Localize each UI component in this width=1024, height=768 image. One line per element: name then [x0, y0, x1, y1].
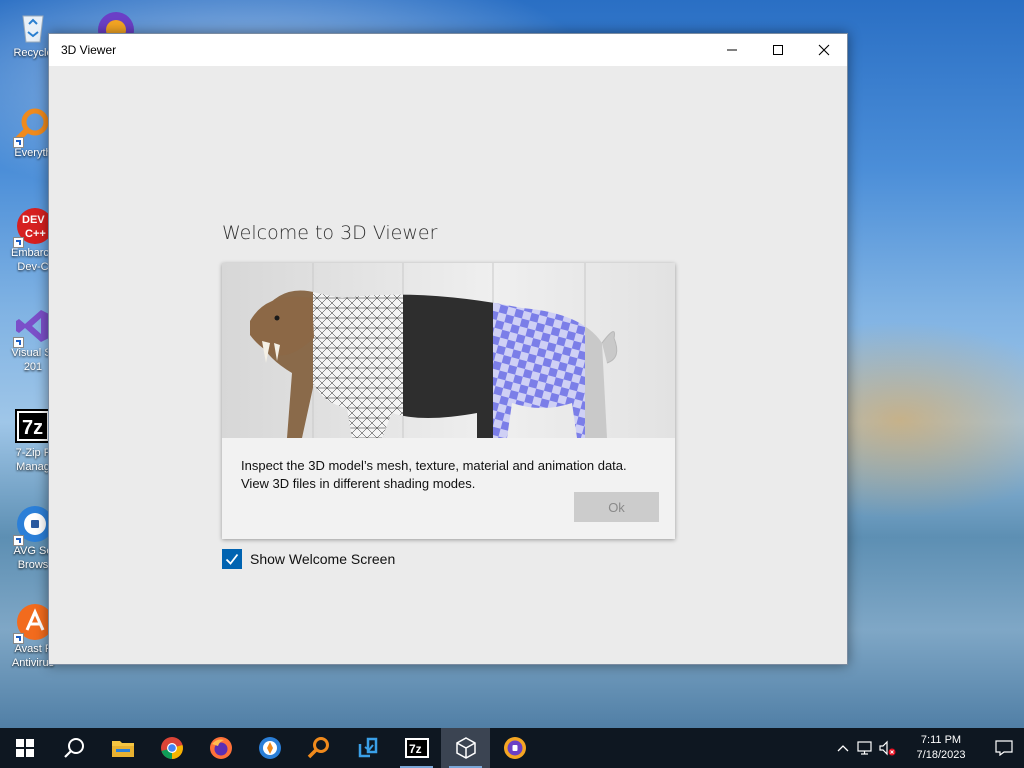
taskbar-firefox[interactable] [196, 728, 245, 768]
chrome-icon [160, 737, 183, 759]
taskbar-avg-browser[interactable] [245, 728, 294, 768]
notification-icon [995, 740, 1013, 756]
shortcut-arrow-icon [13, 633, 24, 644]
visual-studio-icon [13, 306, 53, 348]
7zip-file-manager-icon: 7z [13, 406, 53, 446]
shortcut-arrow-icon [13, 137, 24, 148]
taskbar-clock[interactable]: 7:11 PM 7/18/2023 [906, 733, 976, 763]
taskbar-7zip[interactable]: 7z [392, 728, 441, 768]
minimize-button[interactable] [709, 34, 755, 66]
svg-text:7z: 7z [22, 417, 43, 439]
action-center-button[interactable] [984, 728, 1024, 768]
welcome-card: Inspect the 3D model’s mesh, texture, ma… [222, 263, 675, 539]
shortcut-arrow-icon [13, 337, 24, 348]
minimize-icon [727, 49, 737, 51]
show-welcome-checkbox[interactable] [222, 549, 242, 569]
volume-status[interactable] [876, 728, 898, 768]
windows-start-icon [15, 739, 34, 757]
window-title: 3D Viewer [61, 43, 117, 57]
network-status[interactable] [854, 728, 876, 768]
system-tray: 7:11 PM 7/18/2023 [832, 728, 1024, 768]
description-line-2: View 3D files in different shading modes… [241, 476, 476, 491]
maximize-button[interactable] [755, 34, 801, 66]
3d-viewer-taskbar-icon [455, 737, 476, 759]
embarcadero-dev-cpp-icon: DEV C++ [13, 206, 53, 248]
everything-search-icon [13, 106, 53, 148]
ok-button[interactable]: Ok [574, 492, 659, 522]
svg-text:DEV: DEV [22, 214, 45, 226]
avg-secure-browser-taskbar-icon [503, 737, 526, 759]
clock-date: 7/18/2023 [916, 749, 966, 761]
avast-antivirus-icon [13, 602, 53, 644]
show-welcome-label: Show Welcome Screen [250, 551, 396, 567]
taskbar-file-explorer[interactable] [98, 728, 147, 768]
chevron-up-icon [837, 745, 849, 752]
shortcut-arrow-icon [13, 535, 24, 546]
show-welcome-toggle-row[interactable]: Show Welcome Screen [222, 549, 395, 569]
file-explorer-icon [111, 741, 134, 757]
volume-muted-icon [879, 740, 896, 756]
window-content: Welcome to 3D Viewer Inspect the 3D mode… [49, 66, 847, 664]
network-icon [857, 741, 872, 755]
taskbar-avg-secure-browser[interactable] [490, 728, 539, 768]
description-line-1: Inspect the 3D model’s mesh, texture, ma… [241, 458, 627, 473]
search-icon [63, 738, 84, 758]
welcome-description: Inspect the 3D model’s mesh, texture, ma… [241, 457, 661, 493]
taskbar-chrome[interactable] [147, 728, 196, 768]
taskbar: 7z 7:11 PM 7/18/2023 [0, 728, 1024, 768]
start-button[interactable] [0, 728, 49, 768]
clock-time: 7:11 PM [920, 734, 962, 746]
close-button[interactable] [801, 34, 847, 66]
checkmark-icon [225, 553, 239, 565]
recycle-bin-icon [13, 6, 53, 46]
desktop-icon-browser-partial[interactable] [96, 6, 136, 48]
svg-text:C++: C++ [25, 228, 46, 240]
close-icon [818, 44, 830, 56]
avg-secure-browser-icon [13, 504, 53, 546]
show-hidden-icons-button[interactable] [832, 728, 854, 768]
avg-browser-taskbar-icon [258, 737, 281, 759]
firefox-icon [209, 737, 232, 759]
taskbar-search-button[interactable] [49, 728, 98, 768]
avg-browser-desktop-icon [98, 12, 134, 48]
taskbar-3d-viewer[interactable] [441, 728, 490, 768]
3d-viewer-window: 3D Viewer Welcome to 3D Viewer Inspect t… [48, 33, 848, 665]
everything-taskbar-icon [307, 737, 329, 759]
welcome-heading: Welcome to 3D Viewer [222, 222, 438, 244]
title-bar[interactable]: 3D Viewer [49, 34, 847, 66]
7zip-taskbar-icon: 7z [404, 738, 429, 758]
saber-tooth-model-illustration [250, 263, 618, 438]
shortcut-arrow-icon [13, 237, 24, 248]
hero-image [222, 263, 675, 438]
maximize-icon [773, 45, 783, 55]
taskbar-everything[interactable] [294, 728, 343, 768]
taskbar-vs-installer[interactable] [343, 728, 392, 768]
svg-text:7z: 7z [409, 742, 422, 756]
visual-studio-installer-icon [358, 737, 377, 758]
